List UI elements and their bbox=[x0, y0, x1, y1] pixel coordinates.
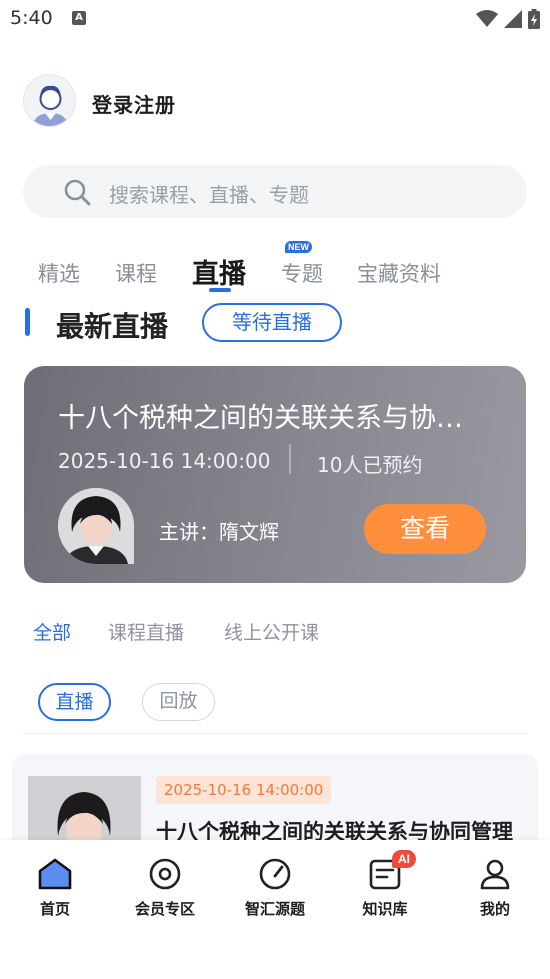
live-card-title: 十八个税种之间的关联关系与协同管理 bbox=[58, 403, 488, 434]
status-icons bbox=[476, 9, 540, 29]
category-tab-course-live[interactable]: 课程直播 bbox=[108, 618, 184, 645]
search-input[interactable]: 搜索课程、直播、专题 bbox=[23, 165, 527, 218]
nav-vip-label: 会员专区 bbox=[134, 900, 195, 918]
nav-knowledge-label: 知识库 bbox=[362, 900, 408, 918]
nav-questions[interactable]: 智汇源题 bbox=[220, 856, 330, 919]
item-date-badge: 2025-10-16 14:00:00 bbox=[156, 776, 332, 804]
view-button[interactable]: 查看 bbox=[364, 504, 486, 554]
divider bbox=[23, 733, 527, 734]
tab-live[interactable]: 直播 bbox=[192, 252, 246, 291]
category-tab-open-class[interactable]: 线上公开课 bbox=[224, 618, 319, 645]
live-card-booked: 10人已预约 bbox=[317, 453, 423, 477]
divider bbox=[289, 444, 291, 474]
tab-topics[interactable]: 专题 bbox=[281, 258, 323, 288]
tab-resources[interactable]: 宝藏资料 bbox=[357, 258, 441, 288]
gauge-icon bbox=[259, 858, 291, 890]
nav-mine[interactable]: 我的 bbox=[440, 856, 550, 919]
status-time: 5:40 bbox=[10, 7, 53, 29]
waiting-live-button[interactable]: 等待直播 bbox=[202, 303, 342, 342]
tab-featured[interactable]: 精选 bbox=[38, 258, 80, 288]
nav-questions-label: 智汇源题 bbox=[244, 900, 305, 918]
vip-circle-icon bbox=[149, 858, 181, 890]
nav-mine-label: 我的 bbox=[479, 900, 510, 918]
search-placeholder: 搜索课程、直播、专题 bbox=[109, 183, 309, 207]
notification-icon: A bbox=[72, 11, 86, 25]
login-register-link[interactable]: 登录注册 bbox=[92, 89, 176, 118]
nav-vip[interactable]: 会员专区 bbox=[110, 856, 220, 919]
nav-home[interactable]: 首页 bbox=[0, 856, 110, 919]
main-tabs: 精选 课程 直播 专题 宝藏资料 bbox=[0, 250, 550, 294]
live-card[interactable]: 十八个税种之间的关联关系与协同管理 2025-10-16 14:00:00 10… bbox=[24, 366, 526, 583]
home-icon bbox=[38, 858, 72, 890]
nav-knowledge[interactable]: 知识库 AI bbox=[330, 850, 440, 919]
nav-home-label: 首页 bbox=[39, 900, 70, 918]
wifi-icon bbox=[476, 10, 498, 27]
search-icon bbox=[64, 179, 91, 206]
signal-icon bbox=[504, 10, 522, 28]
lecturer-photo bbox=[58, 488, 134, 564]
section-accent-bar bbox=[25, 308, 30, 336]
status-bar: 5:40 A bbox=[0, 0, 550, 40]
bottom-nav: 首页 会员专区 智汇源题 知识库 AI 我的 bbox=[0, 840, 550, 979]
section-title: 最新直播 bbox=[56, 310, 169, 343]
active-tab-indicator bbox=[209, 288, 231, 292]
filter-live[interactable]: 直播 bbox=[38, 683, 111, 721]
tab-courses[interactable]: 课程 bbox=[115, 258, 157, 288]
category-tab-all[interactable]: 全部 bbox=[33, 618, 71, 645]
person-icon bbox=[480, 859, 510, 890]
live-card-lecturer: 主讲：隋文辉 bbox=[159, 520, 279, 544]
live-card-date: 2025-10-16 14:00:00 bbox=[58, 449, 271, 473]
ai-badge: AI bbox=[392, 850, 416, 868]
new-badge: NEW bbox=[285, 241, 312, 253]
user-avatar-icon[interactable] bbox=[23, 74, 76, 127]
battery-icon bbox=[528, 9, 540, 29]
filter-replay[interactable]: 回放 bbox=[142, 683, 215, 721]
